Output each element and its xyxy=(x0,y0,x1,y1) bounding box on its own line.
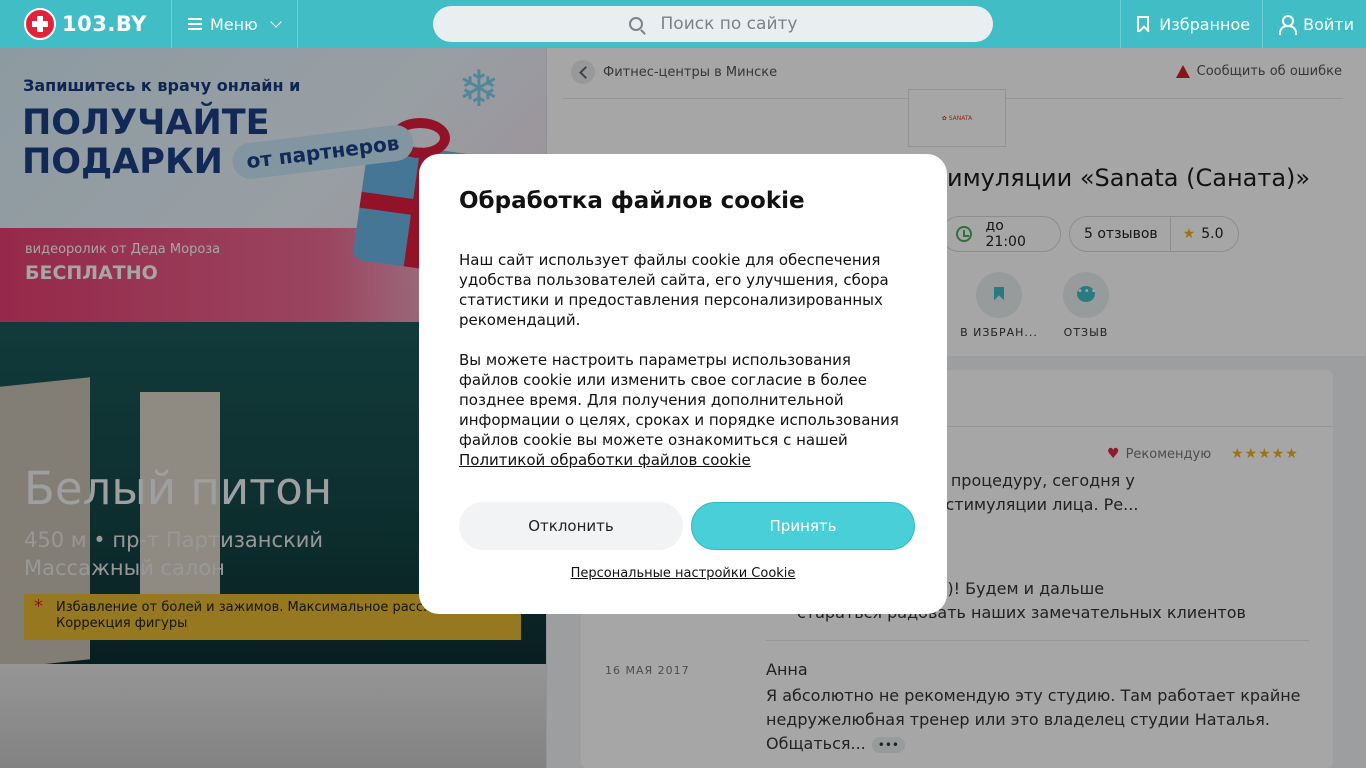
search-icon xyxy=(628,17,643,31)
user-icon xyxy=(1279,15,1298,35)
bookmark-icon xyxy=(1137,16,1150,32)
header-actions: Избранное Войти xyxy=(1120,0,1366,48)
site-logo[interactable]: 103.BY xyxy=(0,0,172,48)
cookie-paragraph-2: Вы можете настроить параметры использова… xyxy=(459,350,909,470)
favorites-label: Избранное xyxy=(1159,14,1251,34)
cookie-policy-link[interactable]: Политикой обработки файлов cookie xyxy=(459,451,751,469)
search-input[interactable]: Поиск по сайту xyxy=(433,6,993,42)
login-button[interactable]: Войти xyxy=(1262,0,1366,48)
chevron-down-icon xyxy=(269,16,282,28)
menu-label: Меню xyxy=(210,14,258,34)
login-label: Войти xyxy=(1303,14,1354,34)
cookie-paragraph-1: Наш сайт использует файлы cookie для обе… xyxy=(459,251,889,329)
favorites-button[interactable]: Избранное xyxy=(1120,0,1262,48)
logo-text: 103.BY xyxy=(62,12,147,36)
hamburger-icon xyxy=(188,18,202,30)
menu-button[interactable]: Меню xyxy=(172,0,298,48)
cookie-dialog-title: Обработка файлов cookie xyxy=(459,188,805,214)
cookie-dialog: Обработка файлов cookie Наш сайт использ… xyxy=(419,154,947,614)
accept-button[interactable]: Принять xyxy=(691,502,915,550)
top-navigation-bar: 103.BY Меню Поиск по сайту Избранное Вой… xyxy=(0,0,1366,48)
medical-cross-icon xyxy=(24,8,56,40)
cookie-paragraph-2-text: Вы можете настроить параметры использова… xyxy=(459,351,899,449)
search-placeholder: Поиск по сайту xyxy=(660,14,798,34)
decline-button[interactable]: Отклонить xyxy=(459,502,683,550)
cookie-settings-link[interactable]: Персональные настройки Cookie xyxy=(419,566,947,581)
